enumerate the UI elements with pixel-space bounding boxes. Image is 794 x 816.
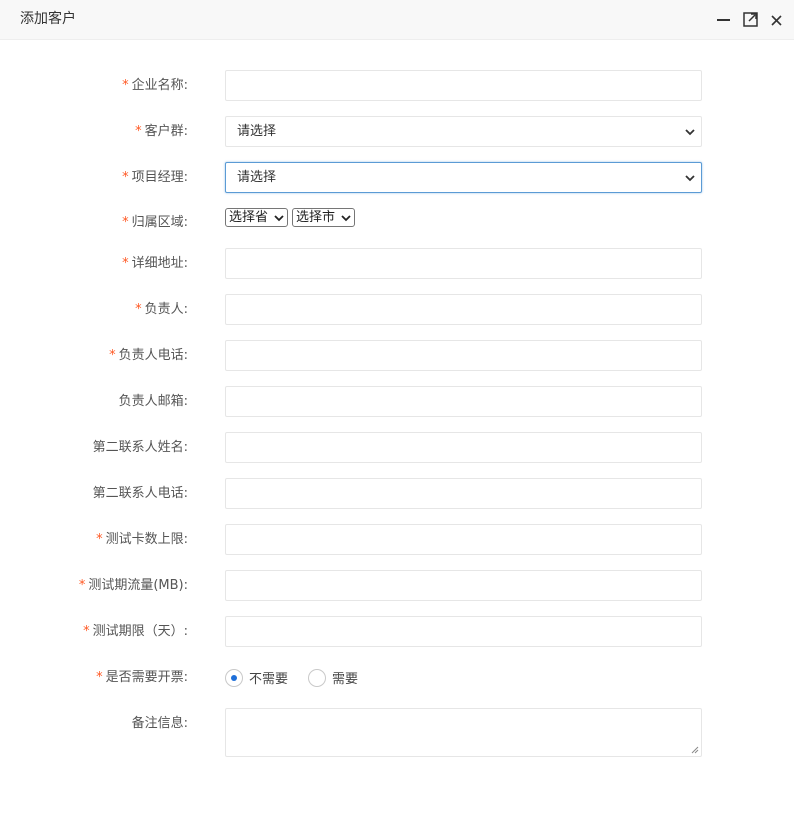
chevron-down-icon: [341, 215, 351, 222]
owner-row: * 负责人:: [0, 294, 794, 325]
second-contact-name-label: 第二联系人姓名:: [92, 440, 188, 455]
owner-email-input[interactable]: [225, 386, 702, 417]
test-traffic-row: * 测试期流量(MB):: [0, 570, 794, 601]
owner-input[interactable]: [225, 294, 702, 325]
company-name-input[interactable]: [225, 70, 702, 101]
invoice-option-no-label: 不需要: [249, 672, 289, 687]
maximize-icon: [743, 12, 758, 27]
city-select[interactable]: 选择市: [292, 208, 355, 227]
radio-unselected-icon: [308, 668, 326, 687]
minimize-button[interactable]: [715, 10, 733, 30]
customer-group-row: * 客户群: 请选择: [0, 116, 794, 147]
chevron-down-icon: [685, 129, 695, 136]
test-traffic-label: * 测试期流量(MB):: [78, 578, 188, 593]
owner-email-label: 负责人邮箱:: [118, 394, 188, 409]
address-row: * 详细地址:: [0, 248, 794, 279]
project-manager-select[interactable]: 请选择: [225, 162, 702, 193]
project-manager-label: * 项目经理:: [122, 170, 188, 185]
address-input[interactable]: [225, 248, 702, 279]
remarks-label: 备注信息:: [131, 716, 188, 731]
test-period-label: * 测试期限（天）:: [83, 624, 188, 639]
remarks-textarea[interactable]: [225, 708, 702, 757]
radio-selected-icon: [225, 668, 243, 687]
province-selected: 选择省: [229, 210, 269, 225]
dialog-title: 添加客户: [20, 11, 76, 27]
remarks-row: 备注信息:: [0, 708, 794, 757]
address-label: * 详细地址:: [122, 256, 188, 271]
second-contact-phone-label: 第二联系人电话:: [92, 486, 188, 501]
chevron-down-icon: [274, 215, 284, 222]
invoice-option-yes-label: 需要: [332, 672, 359, 687]
resize-handle-icon[interactable]: [691, 746, 699, 754]
second-contact-name-row: 第二联系人姓名:: [0, 432, 794, 463]
owner-phone-input[interactable]: [225, 340, 702, 371]
owner-label: * 负责人:: [135, 302, 188, 317]
test-card-limit-input[interactable]: [225, 524, 702, 555]
city-selected: 选择市: [296, 210, 336, 225]
close-button[interactable]: [768, 10, 786, 30]
chevron-down-icon: [685, 175, 695, 182]
customer-group-label: * 客户群:: [135, 124, 188, 139]
project-manager-selected: 请选择: [237, 170, 277, 185]
customer-group-selected: 请选择: [237, 124, 277, 139]
invoice-option-yes[interactable]: 需要: [308, 662, 358, 693]
owner-phone-row: * 负责人电话:: [0, 340, 794, 371]
province-select[interactable]: 选择省: [225, 208, 288, 227]
invoice-label: * 是否需要开票:: [96, 670, 188, 685]
test-card-limit-row: * 测试卡数上限:: [0, 524, 794, 555]
maximize-button[interactable]: [742, 10, 760, 30]
region-label: * 归属区域:: [122, 215, 188, 230]
second-contact-phone-row: 第二联系人电话:: [0, 478, 794, 509]
test-period-input[interactable]: [225, 616, 702, 647]
second-contact-name-input[interactable]: [225, 432, 702, 463]
project-manager-row: * 项目经理: 请选择: [0, 162, 794, 193]
dialog-titlebar: 添加客户: [0, 0, 794, 40]
close-icon: [771, 15, 782, 26]
second-contact-phone-input[interactable]: [225, 478, 702, 509]
region-row: * 归属区域: 选择省 选择市: [0, 207, 794, 238]
owner-email-row: 负责人邮箱:: [0, 386, 794, 417]
company-name-label: * 企业名称:: [122, 78, 188, 93]
customer-group-select[interactable]: 请选择: [225, 116, 702, 147]
invoice-row: * 是否需要开票: 不需要 需要: [0, 662, 794, 693]
test-traffic-input[interactable]: [225, 570, 702, 601]
minimize-icon: [717, 19, 730, 21]
invoice-option-no[interactable]: 不需要: [225, 662, 288, 693]
company-name-row: * 企业名称:: [0, 70, 794, 101]
test-period-row: * 测试期限（天）:: [0, 616, 794, 647]
owner-phone-label: * 负责人电话:: [109, 348, 188, 363]
test-card-limit-label: * 测试卡数上限:: [96, 532, 188, 547]
